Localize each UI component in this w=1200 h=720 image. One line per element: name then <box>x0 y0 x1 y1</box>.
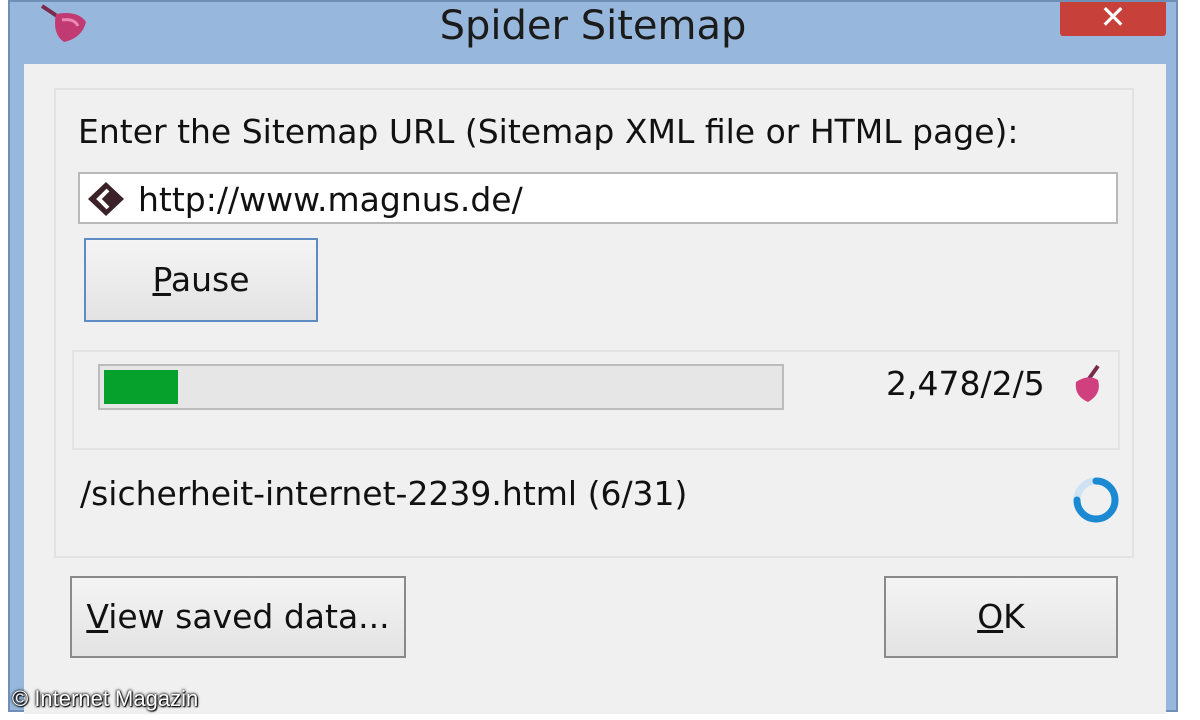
pause-label: ause <box>170 260 250 299</box>
pause-button[interactable]: Pause <box>84 238 318 322</box>
sitemap-url-input[interactable] <box>138 180 1098 219</box>
crawl-counts: 2,478/2/5 <box>886 364 1045 403</box>
ok-button[interactable]: OK <box>884 576 1118 658</box>
close-button[interactable]: ✕ <box>1060 0 1166 36</box>
window-title: Spider Sitemap <box>439 3 747 49</box>
progress-fill <box>104 370 178 404</box>
close-icon: ✕ <box>1099 0 1127 36</box>
copyright-watermark: © Internet Magazin <box>12 686 199 711</box>
title-bar[interactable]: Spider Sitemap ✕ <box>10 0 1176 56</box>
loading-spinner-icon <box>1073 477 1119 523</box>
ok-label: K <box>1003 597 1025 636</box>
sitemap-url-field[interactable] <box>78 172 1118 224</box>
view-mnemonic: V <box>86 597 109 636</box>
dialog-client-area: Enter the Sitemap URL (Sitemap XML file … <box>24 64 1166 714</box>
url-arrow-icon <box>88 182 124 216</box>
spider-sitemap-dialog: Spider Sitemap ✕ Enter the Sitemap URL (… <box>8 0 1178 714</box>
current-file-status: /sicherheit-internet-2239.html (6/31) <box>80 474 688 513</box>
pause-mnemonic: P <box>152 260 171 299</box>
ok-mnemonic: O <box>977 597 1004 636</box>
sitemap-url-label: Enter the Sitemap URL (Sitemap XML file … <box>78 112 1019 151</box>
view-saved-data-button[interactable]: View saved data... <box>70 576 406 658</box>
broom-icon <box>1075 364 1100 402</box>
view-label: iew saved data... <box>108 597 390 636</box>
crawl-progress-bar <box>98 364 784 410</box>
